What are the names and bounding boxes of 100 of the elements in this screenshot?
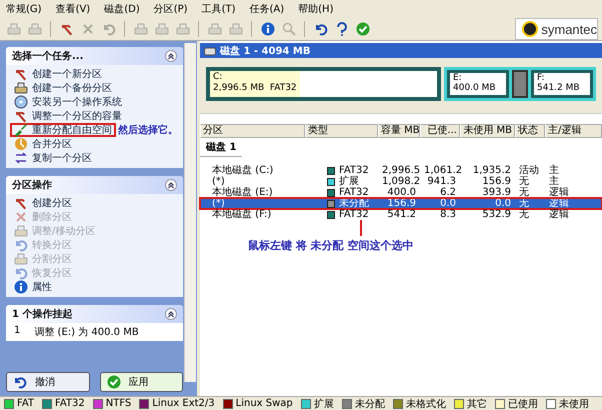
table-cell-text: 无 (518, 176, 530, 187)
menu-item[interactable]: 任务(A) (250, 2, 284, 16)
table-cell-text: 1,098.2 (381, 176, 420, 187)
table-cell-text: 0.0 (439, 198, 457, 209)
table-cell-text: 主 (548, 176, 559, 187)
column-header[interactable]: 未使用 MB (460, 124, 515, 138)
drive-icon (28, 22, 42, 36)
logo-icon (522, 21, 538, 37)
table-cell-text: 扩展 (339, 176, 360, 187)
task-item[interactable]: 创建一个备份分区 (10, 81, 116, 95)
drive-icon (154, 22, 168, 36)
menu-item[interactable]: 分区(P) (154, 2, 188, 16)
menu-item[interactable]: 查看(V) (56, 2, 90, 16)
disk-group-label: 磁盘 1 (200, 138, 242, 157)
search-icon (282, 22, 296, 36)
drive-icon (204, 46, 216, 56)
menu-item[interactable]: 工具(T) (202, 2, 236, 16)
legend-label: FAT (17, 398, 34, 409)
info-icon (260, 22, 274, 36)
logo-text: symantec (541, 22, 597, 36)
legend-label: 扩展 (314, 398, 334, 410)
table-cell-text: 393.9 (481, 187, 512, 198)
table-cell-text: 无 (518, 209, 530, 220)
column-header[interactable]: 容量 MB (378, 124, 420, 138)
drive-icon (208, 22, 222, 36)
column-header[interactable]: 状态 (515, 124, 545, 138)
task-item[interactable]: 合并分区 (10, 137, 76, 151)
swap-arrows-icon (14, 151, 28, 165)
table-cell-text: 主 (548, 165, 560, 176)
table-cell-text: 本地磁盘 (E:) (211, 187, 274, 198)
table-row[interactable]: 本地磁盘 (E:) FAT32 400.0 6.2 393.9 无 逻辑 (200, 187, 602, 198)
unallocated-block (512, 70, 528, 98)
drive-icon (14, 224, 28, 238)
collapse-icon[interactable] (165, 50, 177, 62)
table-cell-text: 逻辑 (548, 187, 570, 198)
table-row[interactable]: 本地磁盘 (F:) FAT32 541.2 8.3 532.9 无 逻辑 (200, 209, 602, 220)
table-cell-text: FAT32 (339, 209, 370, 220)
undo-arrow-icon (13, 375, 27, 389)
undo-arrow-icon (314, 22, 328, 36)
annotation-text: 鼠标左键 将 未分配 空间这个选中 (248, 238, 414, 253)
column-header[interactable]: 分区 (200, 124, 305, 138)
column-header[interactable]: 已使... (420, 124, 460, 138)
legend-label: Linux Ext2/3 (152, 398, 215, 409)
undo-arrow-icon (14, 266, 28, 280)
drive-icon (14, 252, 28, 266)
action-button[interactable]: 撤消 (6, 372, 90, 392)
pending-number: 1 (14, 325, 20, 338)
task-item[interactable]: 安装另一个操作系统 (10, 95, 126, 109)
menu-item[interactable]: 磁盘(D) (104, 2, 140, 16)
panel-title: 1 个操作挂起 (12, 308, 72, 321)
table-cell-text: 156.9 (481, 176, 512, 187)
disc-icon (14, 95, 28, 109)
table-cell-text: FAT32 (339, 187, 370, 198)
table-cell-text: 1,935.2 (472, 165, 512, 176)
table-cell-text: 0.0 (494, 198, 512, 209)
collapse-icon[interactable] (165, 308, 177, 320)
legend-label: NTFS (106, 398, 132, 409)
column-header[interactable]: 主/逻辑 (545, 124, 602, 138)
task-item[interactable]: 创建分区 (10, 196, 76, 210)
pending-operation: 调整 (E:) 为 400.0 MB (34, 326, 139, 339)
table-cell-text: 400.0 (386, 187, 417, 198)
table-cell-text: 2,996.5 (381, 165, 420, 176)
partition-block: E: 400.0 MB (447, 70, 509, 98)
table-cell-text: 6.2 (439, 187, 457, 198)
table-row[interactable]: 本地磁盘 (C:) FAT32 2,996.5 1,061.2 1,935.2 活动 主 (200, 165, 602, 176)
collapse-icon[interactable] (165, 179, 177, 191)
task-item[interactable]: 复制一个分区 (10, 151, 96, 165)
help-icon (334, 22, 348, 36)
table-cell-text: 532.9 (481, 209, 512, 220)
table-cell-text: (*) (211, 198, 225, 209)
panel-title: 选择一个任务... (12, 50, 84, 63)
table-cell-text: 941.3 (426, 176, 457, 187)
task-item[interactable]: 调整一个分区的容量 (10, 109, 126, 123)
table-cell-text: 本地磁盘 (F:) (211, 209, 272, 220)
menu-item[interactable]: 常规(G) (6, 2, 42, 16)
undo-arrow-icon (102, 22, 116, 36)
table-row[interactable]: (*) 扩展 1,098.2 941.3 156.9 无 主 (200, 176, 602, 187)
table-cell-text: 本地磁盘 (C:) (211, 165, 274, 176)
table-cell-text: 541.2 (386, 209, 417, 220)
legend-label: 其它 (466, 398, 487, 410)
table-cell-text: 无 (518, 187, 530, 198)
task-item[interactable]: 属性 (10, 280, 56, 294)
task-item[interactable]: 创建一个新分区 (10, 67, 106, 81)
column-header[interactable]: 类型 (305, 124, 378, 138)
task-item[interactable]: 重新分配自由空间 (10, 123, 116, 137)
action-button[interactable]: 应用 (100, 372, 183, 392)
info-icon (14, 280, 28, 294)
drive-icon (228, 22, 242, 36)
cross-icon (14, 210, 28, 224)
legend-label: FAT32 (55, 398, 85, 409)
leader-line (360, 220, 362, 236)
menu-item[interactable]: 帮助(H) (298, 2, 334, 16)
cross-icon (80, 22, 94, 36)
table-cell-text: (*) (211, 176, 225, 187)
drive-icon (14, 81, 28, 95)
disk-title: 磁盘 1 - 4094 MB (220, 44, 310, 58)
legend-label: 已使用 (508, 398, 538, 410)
legend-label: 未格式化 (406, 398, 446, 410)
brush-icon (14, 123, 28, 137)
table-cell-text: FAT32 (339, 165, 370, 176)
